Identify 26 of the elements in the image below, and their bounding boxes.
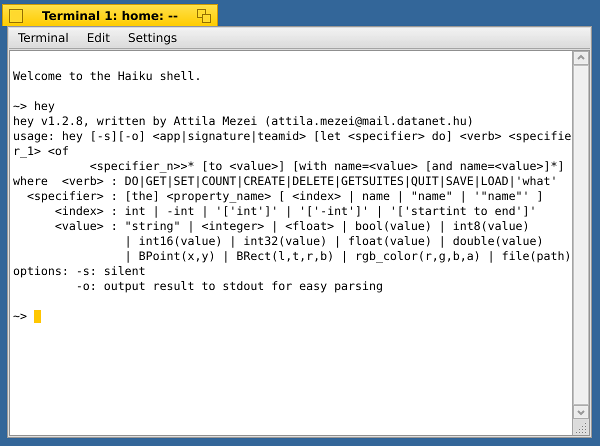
window-title: Terminal 1: home: -- [41, 8, 179, 22]
terminal-line: <specifier> : [the] <property_name> [ <index> | name | "name" | '"name"' ] [26, 189, 544, 204]
text-cursor [34, 310, 41, 323]
terminal-line: usage: hey [-s][-o] <app|signature|teamid> [let <specifier> do] <verb> <specifie [13, 129, 572, 144]
close-icon[interactable] [9, 8, 23, 22]
scroll-down-icon[interactable] [573, 405, 589, 419]
terminal-line: <value> : "string" | <integer> | <float> | bool(value) | int8(value) [54, 219, 531, 234]
menu-item[interactable]: Settings [118, 31, 186, 45]
resize-grip-icon[interactable] [573, 419, 589, 435]
menu-item[interactable]: Edit [78, 31, 119, 45]
menu-item[interactable]: Terminal [9, 31, 78, 45]
terminal-line: | int16(value) | int32(value) | float(value) | double(value) [124, 234, 544, 249]
zoom-icon[interactable] [197, 8, 211, 22]
terminal-line: hey v1.2.8, written by Attila Mezei (attila.mezei@mail.datanet.hu) [13, 114, 475, 129]
terminal-line: Welcome to the Haiku shell. [13, 69, 202, 84]
terminal-line: <index> : int | -int | '['int']' | '['-int']' | '['startint to end']' [54, 204, 538, 219]
terminal-line: r_1> <of [13, 144, 70, 159]
scrollbar[interactable] [572, 51, 589, 435]
terminal-line: -o: output result to stdout for easy parsing [74, 279, 384, 294]
terminal-line: ~> hey [13, 99, 56, 114]
terminal-line: <specifier_n>>* [to <value>] [with name=<value> [and name=<value>]*] [88, 159, 566, 174]
prompt: ~> [13, 309, 27, 324]
terminal-line: | BPoint(x,y) | BRect(l,t,r,b) | rgb_color(r,g,b,a) | file(path) [124, 249, 572, 264]
terminal-line: options: -s: silent [13, 264, 147, 279]
terminal-line: where <verb> : DO|GET|SET|COUNT|CREATE|DELETE|GETSUITES|QUIT|SAVE|LOAD|'what' [13, 174, 558, 189]
scroll-up-icon[interactable] [573, 51, 589, 65]
